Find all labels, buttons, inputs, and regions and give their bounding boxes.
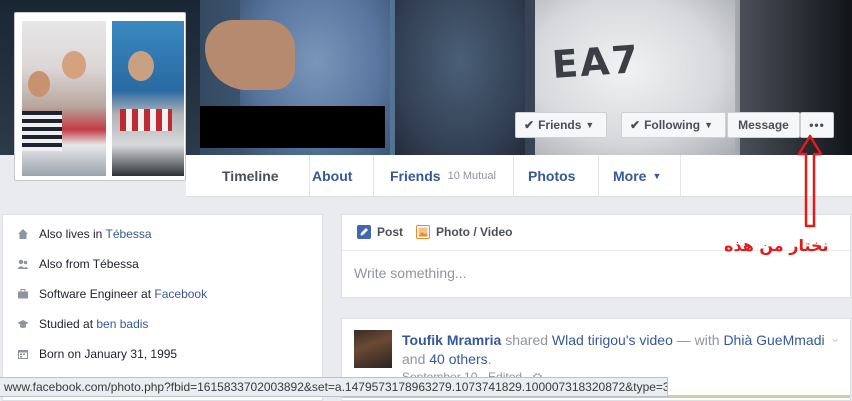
tab-photos[interactable]: Photos — [514, 155, 599, 196]
intro-panel: Also lives in Tébessa Also from Tébessa … — [2, 214, 323, 401]
intro-item-birthday: Born on January 31, 1995 — [17, 347, 177, 361]
caret-down-icon: ▼ — [704, 120, 713, 130]
avatar[interactable] — [354, 330, 392, 368]
post-author-link[interactable]: Toufik Mramria — [402, 332, 501, 348]
post-header-text: Toufik Mramria shared Wlad tirigou's vid… — [402, 332, 825, 367]
following-button[interactable]: ✔ Following ▼ — [621, 112, 726, 138]
check-icon: ✔ — [630, 118, 641, 132]
intro-link-work[interactable]: Facebook — [154, 287, 207, 301]
composer-tab-post[interactable]: Post — [357, 225, 403, 239]
calendar-icon — [18, 350, 28, 359]
check-icon: ✔ — [524, 118, 535, 132]
tab-about[interactable]: About — [298, 155, 374, 196]
caret-down-icon: ▼ — [652, 170, 662, 181]
post-options-chevron-icon[interactable]: ⌄ — [830, 331, 840, 345]
browser-status-bar: www.facebook.com/photo.php?fbid=16158337… — [0, 377, 668, 397]
intro-item-work: Software Engineer at Facebook — [17, 287, 207, 301]
annotation-text: نختار من هذه — [724, 236, 829, 255]
profile-photo-left — [22, 21, 106, 176]
intro-item-lives: Also lives in Tébessa — [17, 227, 152, 241]
cover-shirt-print: EA7 — [550, 36, 642, 88]
home-icon — [18, 229, 28, 239]
post-source-link[interactable]: Wlad tirigou's video — [552, 332, 673, 348]
intro-item-from: Also from Tébessa — [17, 257, 139, 271]
intro-item-education: Studied at ben badis — [17, 317, 148, 331]
composer-tab-photo-video[interactable]: Photo / Video — [416, 225, 512, 239]
tab-friends[interactable]: Friends 10 Mutual — [376, 155, 514, 196]
tab-timeline[interactable]: Timeline — [204, 155, 310, 196]
tab-more[interactable]: More ▼ — [599, 155, 681, 196]
people-icon — [17, 259, 29, 269]
post-others-link[interactable]: 40 others — [429, 351, 487, 367]
profile-photo-right — [112, 21, 184, 176]
friends-button[interactable]: ✔ Friends ▼ — [515, 112, 607, 138]
redacted-name — [200, 106, 385, 148]
profile-tabbar: Timeline About Friends 10 Mutual Photos … — [186, 155, 852, 197]
briefcase-icon — [18, 289, 28, 299]
graduation-cap-icon — [17, 320, 29, 328]
annotation-arrow — [797, 134, 823, 228]
post-composer: Post Photo / Video Write something... — [341, 214, 851, 298]
pencil-icon — [357, 225, 371, 239]
mutual-friends-count: 10 Mutual — [447, 169, 496, 182]
message-button[interactable]: Message — [727, 112, 800, 138]
ellipsis-icon: ••• — [809, 118, 825, 132]
post-tag-link[interactable]: Dhià GueMmadi — [723, 332, 824, 348]
photo-icon — [416, 225, 430, 239]
profile-picture[interactable] — [14, 12, 186, 181]
intro-link-lives[interactable]: Tébessa — [105, 227, 151, 241]
caret-down-icon: ▼ — [585, 120, 595, 130]
composer-input[interactable]: Write something... — [354, 265, 467, 281]
intro-link-education[interactable]: ben badis — [96, 317, 148, 331]
